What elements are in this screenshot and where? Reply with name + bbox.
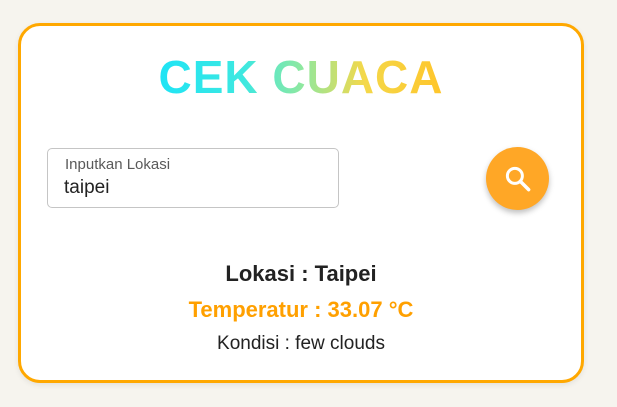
search-icon: [503, 164, 533, 194]
location-input[interactable]: [64, 177, 324, 199]
search-button[interactable]: [486, 147, 549, 210]
weather-card: CEK CUACA Inputkan Lokasi Lokasi : Taipe…: [18, 23, 584, 383]
condition-result: Kondisi : few clouds: [217, 333, 385, 354]
app-title-text: CEK CUACA: [158, 51, 444, 103]
location-field[interactable]: Inputkan Lokasi: [47, 148, 339, 208]
location-result: Lokasi : Taipei: [225, 261, 377, 286]
temperature-result: Temperatur : 33.07 °C: [188, 297, 414, 322]
location-field-label: Inputkan Lokasi: [65, 156, 171, 173]
app-title: CEK CUACA: [21, 51, 581, 103]
